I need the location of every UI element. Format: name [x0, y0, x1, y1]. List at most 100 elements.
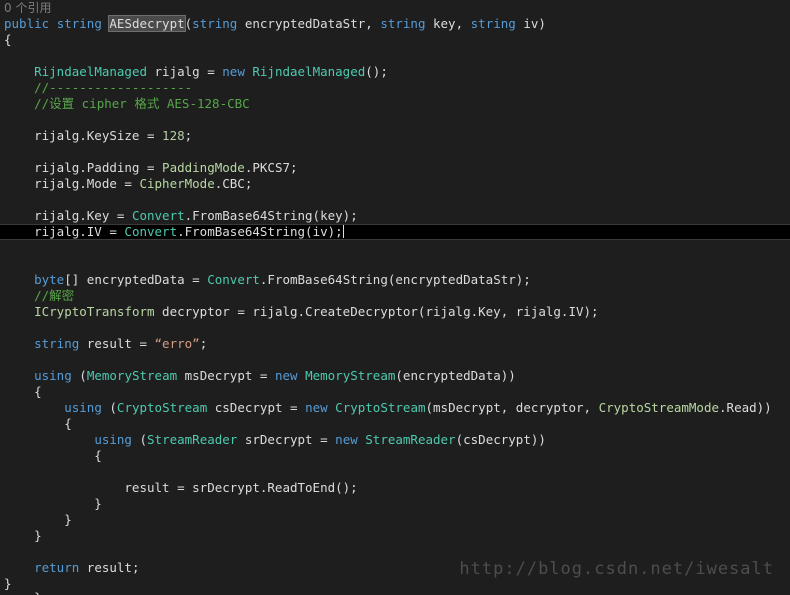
- var-encrypteddata-assign: [] encryptedData =: [64, 272, 208, 287]
- expr-iv-assign: rijalg.IV =: [4, 224, 125, 239]
- expr-padding-assign: rijalg.Padding =: [4, 160, 163, 175]
- keyword-string-return-type: string: [56, 16, 110, 31]
- call-createdecryptor: decryptor = rijalg.CreateDecryptor(rijal…: [154, 304, 599, 319]
- code-line-brace-open-3[interactable]: {: [0, 448, 790, 464]
- keyword-string-param1: string: [192, 16, 238, 31]
- code-line-brace-close-3[interactable]: }: [0, 528, 790, 544]
- code-line-blank-10[interactable]: [0, 544, 790, 560]
- indent-2: [4, 272, 34, 287]
- enum-member-read: .Read)): [719, 400, 772, 415]
- enum-cryptostreammode: CryptoStreamMode: [598, 400, 720, 415]
- keyword-string-result: string: [34, 336, 80, 351]
- keyword-using-2: using: [64, 400, 102, 415]
- code-line-result-declaration[interactable]: string result = “erro”;: [0, 336, 790, 352]
- param-iv: iv): [515, 16, 546, 31]
- indent-7: [4, 432, 94, 447]
- indent-4: [4, 336, 34, 351]
- keyword-using-1: using: [34, 368, 72, 383]
- call-frombase64string-iv: .FromBase64String(iv);: [177, 224, 343, 239]
- indent-1: [4, 64, 34, 79]
- expr-mode-assign: rijalg.Mode =: [4, 176, 140, 191]
- type-convert-3: Convert: [207, 272, 260, 287]
- call-frombase64string-data: .FromBase64String(encryptedDataStr);: [259, 272, 531, 287]
- code-line-rijndael-declaration[interactable]: RijndaelManaged rijalg = new RijndaelMan…: [0, 64, 790, 80]
- type-memorystream: MemoryStream: [86, 368, 178, 383]
- code-line-iv-assign-current[interactable]: rijalg.IV = Convert.FromBase64String(iv)…: [0, 224, 790, 240]
- args-streamreader: (csDecrypt)): [455, 432, 546, 447]
- watermark-url: http://blog.csdn.net/iwesalt: [459, 559, 774, 579]
- code-line-blank-4[interactable]: [0, 192, 790, 208]
- code-line-padding[interactable]: rijalg.Padding = PaddingMode.PKCS7;: [0, 160, 790, 176]
- keyword-new-2: new: [274, 368, 298, 383]
- code-line-brace-open-2[interactable]: {: [0, 416, 790, 432]
- code-line-method-signature[interactable]: public string AESdecrypt(string encrypte…: [0, 15, 790, 32]
- args-cryptostream: (msDecrypt, decryptor,: [425, 400, 599, 415]
- code-line-blank-2[interactable]: [0, 112, 790, 128]
- code-line-keysize[interactable]: rijalg.KeySize = 128;: [0, 128, 790, 144]
- keyword-byte: byte: [34, 272, 65, 287]
- code-line-partial: }: [0, 590, 790, 595]
- keyword-string-param3: string: [470, 16, 516, 31]
- code-line-comment-decrypt[interactable]: //解密: [0, 288, 790, 304]
- type-rijndaelmanaged: RijndaelManaged: [34, 64, 147, 79]
- enum-paddingmode: PaddingMode: [162, 160, 245, 175]
- code-line-readtoend[interactable]: result = srDecrypt.ReadToEnd();: [0, 480, 790, 496]
- indent-8: [4, 560, 34, 575]
- var-srdecrypt-assign: srDecrypt =: [237, 432, 336, 447]
- punct-paren-3: (: [131, 432, 148, 447]
- code-editor[interactable]: 0 个引用 public string AESdecrypt ( string en…: [0, 0, 790, 595]
- code-line-using-streamreader[interactable]: using (StreamReader srDecrypt = new Stre…: [0, 432, 790, 448]
- code-line-blank-8[interactable]: [0, 352, 790, 368]
- enum-member-cbc: .CBC;: [214, 176, 253, 191]
- text-cursor: [342, 225, 344, 238]
- code-line-brace-close-2[interactable]: }: [0, 512, 790, 528]
- indent-6: [4, 400, 64, 415]
- code-line-comment-divider[interactable]: //-------------------: [0, 80, 790, 96]
- type-rijndaelmanaged-ctor: RijndaelManaged: [244, 64, 366, 79]
- codelens-reference-count[interactable]: 0 个引用: [0, 0, 790, 16]
- var-csdecrypt-assign: csDecrypt =: [207, 400, 306, 415]
- var-msdecrypt-assign: msDecrypt =: [177, 368, 275, 383]
- code-line-method-open-brace[interactable]: {: [0, 32, 790, 48]
- code-line-encrypteddata-declaration[interactable]: byte[] encryptedData = Convert.FromBase6…: [0, 272, 790, 288]
- args-memorystream: (encryptedData)): [395, 368, 516, 383]
- code-line-brace-open-1[interactable]: {: [0, 384, 790, 400]
- type-streamreader-ctor: StreamReader: [357, 432, 456, 447]
- code-line-blank-5[interactable]: [0, 240, 790, 256]
- type-convert-2: Convert: [124, 224, 178, 239]
- code-line-blank-1[interactable]: [0, 48, 790, 64]
- code-line-brace-close-1[interactable]: }: [0, 496, 790, 512]
- punct-semicolon-keysize: ;: [184, 128, 193, 143]
- expr-keysize-assign: rijalg.KeySize =: [4, 128, 163, 143]
- enum-ciphermode: CipherMode: [139, 176, 215, 191]
- keyword-new-3: new: [305, 400, 328, 415]
- code-line-decryptor-declaration[interactable]: ICryptoTransform decryptor = rijalg.Crea…: [0, 304, 790, 320]
- type-convert-1: Convert: [131, 208, 185, 223]
- code-line-blank-3[interactable]: [0, 144, 790, 160]
- keyword-return: return: [34, 560, 80, 575]
- keyword-using-3: using: [94, 432, 132, 447]
- type-memorystream-ctor: MemoryStream: [297, 368, 396, 383]
- number-128: 128: [162, 128, 185, 143]
- var-result-assign: result =: [79, 336, 155, 351]
- punct-semicolon-result: ;: [199, 336, 208, 351]
- type-cryptostream-ctor: CryptoStream: [327, 400, 426, 415]
- punct-paren-1: (: [71, 368, 87, 383]
- interface-icryptotransform: ICryptoTransform: [34, 304, 155, 319]
- code-line-clipped-bottom[interactable]: }: [0, 590, 790, 595]
- code-line-blank-9[interactable]: [0, 464, 790, 480]
- code-line-using-memorystream[interactable]: using (MemoryStream msDecrypt = new Memo…: [0, 368, 790, 384]
- code-line-using-cryptostream[interactable]: using (CryptoStream csDecrypt = new Cryp…: [0, 400, 790, 416]
- code-line-blank-7[interactable]: [0, 320, 790, 336]
- keyword-new-4: new: [335, 432, 358, 447]
- code-line-comment-cipher-format[interactable]: //设置 cipher 格式 AES-128-CBC: [0, 96, 790, 112]
- indent-3: [4, 304, 34, 319]
- symbol-aesdecrypt-highlight[interactable]: AESdecrypt: [108, 15, 186, 32]
- param-encrypteddatastr: encryptedDataStr,: [237, 16, 381, 31]
- code-line-blank-6[interactable]: [0, 256, 790, 272]
- expr-key-assign: rijalg.Key =: [4, 208, 132, 223]
- code-line-mode[interactable]: rijalg.Mode = CipherMode.CBC;: [0, 176, 790, 192]
- code-line-key-assign[interactable]: rijalg.Key = Convert.FromBase64String(ke…: [0, 208, 790, 224]
- keyword-public: public: [4, 16, 57, 31]
- code-text-area[interactable]: public string AESdecrypt ( string encrypte…: [0, 15, 790, 592]
